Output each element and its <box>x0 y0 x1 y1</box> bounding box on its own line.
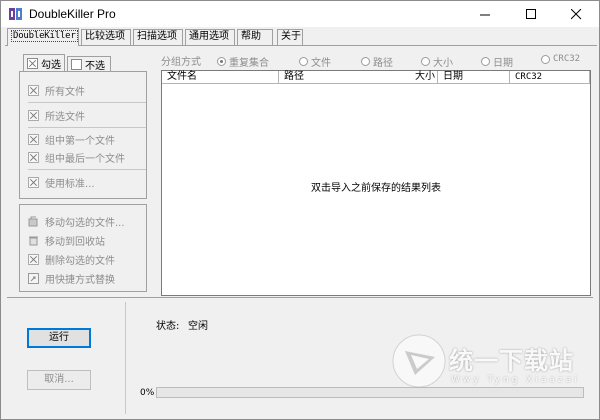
tab-doublekiller[interactable]: DoubleKiller <box>7 28 79 46</box>
move-files-icon <box>28 216 38 226</box>
tab-help[interactable]: 帮助 <box>237 29 273 45</box>
main-tabs: DoubleKiller 比较选项 扫描选项 通用选项 帮助 关于 <box>5 28 597 46</box>
checkbox-x-icon <box>27 58 38 69</box>
check-last-in-group[interactable]: 组中最后一个文件 <box>28 149 125 165</box>
maximize-icon <box>526 9 536 19</box>
shortcut-icon <box>28 272 39 284</box>
divider <box>28 102 146 103</box>
radio-icon <box>421 57 430 66</box>
status-value: 空闲 <box>188 321 208 332</box>
checkbox-x-icon <box>28 109 39 121</box>
check-all-files[interactable]: 所有文件 <box>28 82 85 98</box>
radio-group-duplicate-set[interactable]: 重复集合 <box>217 54 269 69</box>
move-checked-files[interactable]: 移动勾选的文件... <box>28 213 125 229</box>
watermark-logo-icon <box>392 334 446 388</box>
checkbox-x-icon <box>28 176 39 188</box>
tab-compare-options[interactable]: 比较选项 <box>81 29 131 45</box>
tab-check[interactable]: 勾选 <box>23 54 65 72</box>
watermark-text: 统一下载站 <box>449 347 574 375</box>
watermark: 统一下载站 Wwy Tyng Xiaazai <box>389 327 599 417</box>
radio-group-size[interactable]: 大小 <box>421 54 453 69</box>
recycle-bin-icon <box>29 236 38 245</box>
checkbox-x-icon <box>28 133 39 145</box>
tab-uncheck[interactable]: 不选 <box>67 56 111 72</box>
status-label: 状态: <box>156 321 180 332</box>
check-selected-files[interactable]: 所选文件 <box>28 107 85 123</box>
radio-selected-icon <box>217 57 226 66</box>
empty-list-message: 双击导入之前保存的结果列表 <box>311 183 441 194</box>
grouping-label: 分组方式 <box>161 57 201 68</box>
cancel-button[interactable]: 取消... <box>27 370 91 390</box>
checkbox-x-icon <box>28 84 39 96</box>
progress-percent: 0% <box>140 388 155 398</box>
divider <box>28 169 146 170</box>
run-button[interactable]: 运行 <box>27 328 91 348</box>
check-use-criteria[interactable]: 使用标准... <box>28 174 95 190</box>
move-to-recycle-bin[interactable]: 移动到回收站 <box>28 232 105 248</box>
maximize-button[interactable] <box>509 1 555 27</box>
radio-icon <box>361 57 370 66</box>
radio-icon <box>299 57 308 66</box>
window-title: DoubleKiller Pro <box>29 7 116 21</box>
minimize-button[interactable] <box>463 1 509 27</box>
minimize-icon <box>480 14 490 16</box>
delete-checked-files[interactable]: 删除勾选的文件 <box>28 251 115 267</box>
app-logo-icon <box>9 8 22 20</box>
column-header-size[interactable]: 大小 <box>408 71 438 84</box>
watermark-subtext: Wwy Tyng Xiaazai <box>451 375 580 385</box>
delete-icon <box>28 253 39 265</box>
column-header-filename[interactable]: 文件名 <box>162 71 279 84</box>
tab-scan-options[interactable]: 扫描选项 <box>133 29 183 45</box>
app-window: DoubleKiller Pro DoubleKiller 比较选项 扫描选项 … <box>0 0 600 420</box>
radio-group-crc32[interactable]: CRC32 <box>541 54 580 64</box>
radio-icon <box>481 57 490 66</box>
close-button[interactable] <box>554 1 599 27</box>
radio-group-date[interactable]: 日期 <box>481 54 513 69</box>
grouping-options: 分组方式 重复集合 文件 路径 大小 日期 CRC32 <box>161 53 591 69</box>
radio-group-path[interactable]: 路径 <box>361 54 393 69</box>
radio-icon <box>541 54 550 64</box>
checkbox-x-icon <box>28 151 39 163</box>
check-first-in-group[interactable]: 组中第一个文件 <box>28 131 115 147</box>
close-icon <box>571 9 582 20</box>
column-header-date[interactable]: 日期 <box>438 71 510 84</box>
column-header-crc32[interactable]: CRC32 <box>510 71 590 84</box>
check-menu-panel: 所有文件 所选文件 组中第一个文件 组中最后一个文件 使用标准... <box>19 71 147 199</box>
checkbox-empty-icon <box>71 59 82 70</box>
divider <box>28 127 146 128</box>
title-bar: DoubleKiller Pro <box>1 1 599 27</box>
radio-group-file[interactable]: 文件 <box>299 54 331 69</box>
tab-general-options[interactable]: 通用选项 <box>185 29 235 45</box>
replace-with-shortcut[interactable]: 用快捷方式替换 <box>28 270 115 286</box>
action-menu-panel: 移动勾选的文件... 移动到回收站 删除勾选的文件 用快捷方式替换 <box>19 204 147 292</box>
tab-about[interactable]: 关于 <box>277 29 303 45</box>
results-list[interactable]: 文件名 路径 大小 日期 CRC32 双击导入之前保存的结果列表 <box>161 70 591 296</box>
